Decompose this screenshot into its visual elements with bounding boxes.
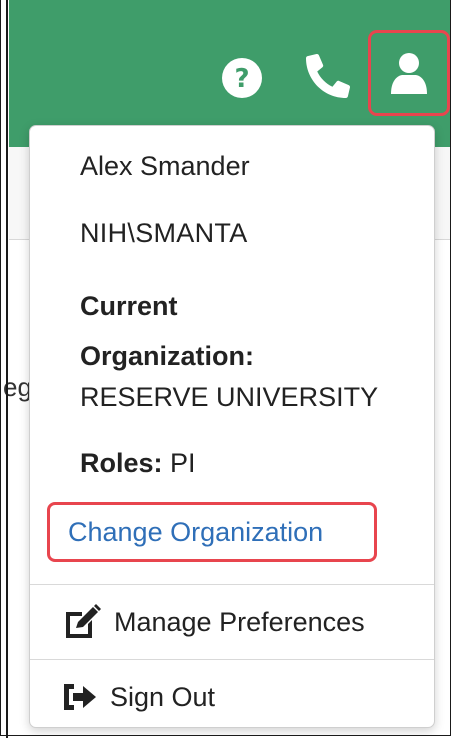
left-border-line [6, 0, 8, 738]
phone-button[interactable] [304, 52, 352, 100]
roles-row: Roles: PI [80, 448, 196, 479]
phone-icon [306, 54, 350, 98]
svg-text:?: ? [234, 64, 249, 94]
sign-out-icon [62, 681, 98, 713]
roles-value: PI [162, 448, 196, 478]
manage-preferences-label: Manage Preferences [114, 606, 365, 637]
user-id: NIH\SMANTA [80, 218, 248, 248]
user-dropdown-menu: Alex Smander NIH\SMANTA Current Organiza… [29, 125, 435, 728]
help-circle-icon: ? [222, 58, 262, 98]
page-frame: ? eg Alex Smander NIH\SMANTA Current Org… [0, 0, 451, 736]
user-name: Alex Smander [80, 151, 250, 181]
user-icon [391, 53, 427, 94]
change-organization-link[interactable]: Change Organization [47, 502, 377, 562]
roles-label: Roles: [80, 448, 163, 478]
current-organization-label-line2: Organization: [80, 341, 254, 371]
user-menu-button[interactable] [368, 30, 450, 116]
current-organization-label-line1: Current [80, 291, 178, 321]
manage-preferences-item[interactable]: Manage Preferences [30, 585, 434, 659]
current-organization-value: RESERVE UNIVERSITY [80, 382, 379, 412]
current-organization-label: Current Organization: [80, 281, 254, 381]
help-button[interactable]: ? [220, 56, 264, 100]
edit-icon [62, 604, 102, 640]
sign-out-label: Sign Out [110, 681, 216, 712]
sign-out-item[interactable]: Sign Out [30, 660, 434, 734]
